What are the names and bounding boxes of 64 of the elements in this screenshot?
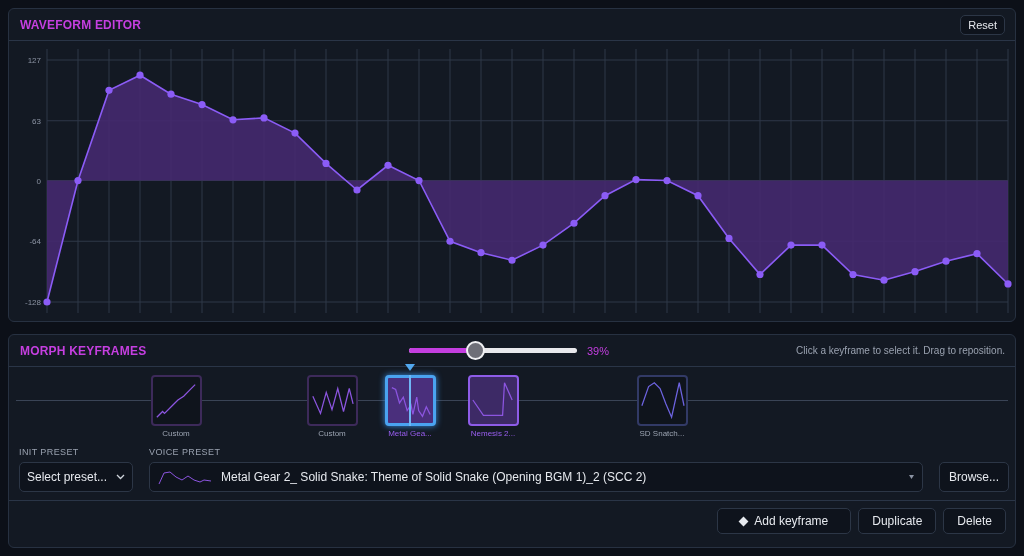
axis-label: -128 <box>25 298 41 307</box>
morph-percent: 39% <box>587 344 610 357</box>
axis-label: 127 <box>27 56 41 65</box>
data-point[interactable] <box>818 241 826 249</box>
action-button[interactable]: Duplicate <box>858 508 937 534</box>
axis-label: 63 <box>32 116 41 126</box>
voice-preset-select[interactable]: Metal Gear 2_ Solid Snake: Theme of Solid Snake (Opening BGM 1)_2 (SCC 2) <box>149 462 923 492</box>
data-point[interactable] <box>167 90 175 98</box>
data-point[interactable] <box>353 186 361 194</box>
action-button[interactable]: Add keyframe <box>717 508 852 534</box>
data-point[interactable] <box>260 114 268 122</box>
data-point[interactable] <box>229 116 237 124</box>
data-point[interactable] <box>105 86 113 94</box>
data-point[interactable] <box>74 176 82 185</box>
data-point[interactable] <box>508 256 516 264</box>
slider-thumb[interactable] <box>465 341 485 360</box>
data-point[interactable] <box>725 234 733 242</box>
data-point[interactable] <box>663 176 671 185</box>
axis-label: -64 <box>29 237 41 247</box>
waveform-icon <box>158 469 212 485</box>
data-point[interactable] <box>601 192 609 200</box>
data-point[interactable] <box>415 176 423 185</box>
chevron-icon <box>116 474 125 480</box>
field-label: INIT PRESET <box>19 447 80 457</box>
panel-title: MORPH KEYFRAMES <box>20 343 148 358</box>
action-button[interactable]: Delete <box>943 508 1006 534</box>
keyframe-label: SD Snatch... <box>639 429 685 438</box>
reset-button[interactable]: Reset <box>960 14 1005 35</box>
keyframe-label: Metal Gea... <box>388 429 432 438</box>
data-point[interactable] <box>136 71 144 79</box>
data-point[interactable] <box>880 276 888 284</box>
data-point[interactable] <box>632 176 640 184</box>
data-point[interactable] <box>756 270 764 279</box>
data-point[interactable] <box>1004 280 1012 288</box>
data-point[interactable] <box>787 241 795 249</box>
data-point[interactable] <box>539 241 547 249</box>
panel-title: WAVEFORM EDITOR <box>20 17 142 32</box>
data-point[interactable] <box>942 257 950 265</box>
data-point[interactable] <box>911 268 919 276</box>
field-label: VOICE PRESET <box>149 447 222 457</box>
data-point[interactable] <box>694 192 702 200</box>
data-point[interactable] <box>322 159 330 168</box>
data-point[interactable] <box>446 237 454 245</box>
keyframe-label: Custom <box>162 429 190 438</box>
data-point[interactable] <box>291 129 299 137</box>
data-point[interactable] <box>973 250 981 258</box>
data-point[interactable] <box>570 219 578 227</box>
init-preset-select[interactable]: Select preset... <box>19 462 133 492</box>
axis-label: 0 <box>36 176 41 186</box>
keyframe[interactable] <box>306 375 358 426</box>
data-point[interactable] <box>477 249 485 257</box>
playhead-marker[interactable] <box>405 364 415 371</box>
keyframe[interactable] <box>467 375 519 426</box>
keyframe-label: Custom <box>318 429 346 438</box>
browse-button[interactable]: Browse... <box>939 462 1009 492</box>
data-point[interactable] <box>384 161 392 169</box>
data-point[interactable] <box>198 101 206 109</box>
data-point[interactable] <box>849 270 857 279</box>
data-point[interactable] <box>43 298 51 306</box>
caret-icon <box>909 475 914 479</box>
keyframe[interactable] <box>636 375 688 426</box>
morph-slider[interactable] <box>409 341 577 360</box>
keyframe-label: Nemesis 2... <box>470 429 516 438</box>
hint-text: Click a keyframe to select it. Drag to reposition. <box>796 345 1005 356</box>
